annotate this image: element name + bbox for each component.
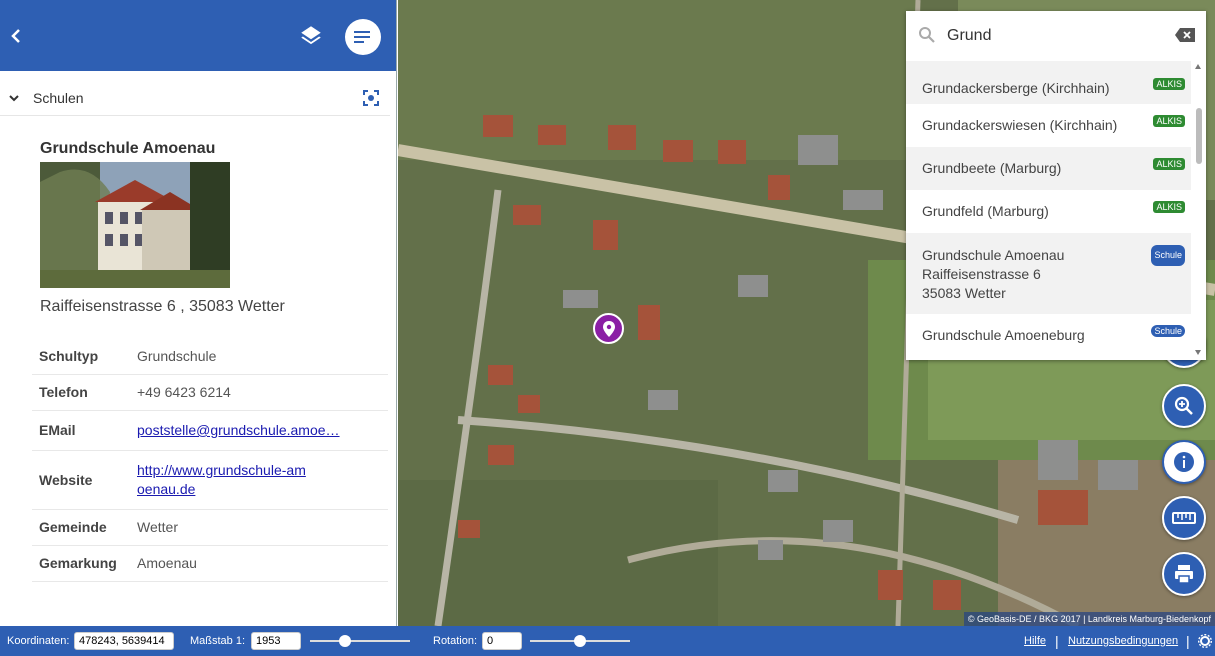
scale-label: Maßstab 1: [190, 635, 246, 647]
scale-input[interactable] [251, 632, 301, 650]
attr-value: Amoenau [137, 545, 388, 582]
attr-key: EMail [32, 410, 137, 451]
status-bar: Koordinaten: Maßstab 1: Rotation: Hilfe … [0, 626, 1215, 656]
attribute-table: Schultyp Grundschule Telefon +49 6423 62… [32, 338, 388, 582]
printer-icon [1175, 565, 1193, 584]
result-label: Grundschule Amoeneburg [922, 327, 1085, 343]
result-item[interactable]: Grundfeld (Marburg) ALKIS [906, 190, 1191, 233]
map-attribution: © GeoBasis-DE / BKG 2017 | Landkreis Mar… [963, 612, 1215, 626]
result-city-line: 35083 Wetter [922, 285, 1006, 301]
attr-key: Telefon [32, 374, 137, 411]
list-icon [354, 31, 370, 43]
scrollbar-thumb[interactable] [1196, 108, 1202, 164]
result-badge: Schule [1151, 245, 1185, 266]
result-item[interactable]: Grundschule Amoeneburg Schule [906, 314, 1191, 357]
result-item[interactable]: Grundackersberge (Kirchhain) ALKIS [906, 61, 1191, 104]
result-badge: ALKIS [1153, 115, 1185, 127]
rotation-label: Rotation: [433, 635, 478, 647]
result-item[interactable]: Grundschule Amoenau Raiffeisenstrasse 6 … [906, 233, 1191, 314]
coord-input[interactable] [74, 632, 174, 650]
attr-key: Gemarkung [32, 545, 137, 582]
footer-separator: | [1055, 633, 1059, 649]
backspace-icon[interactable] [1174, 27, 1196, 43]
search-icon [919, 27, 935, 43]
coord-label: Koordinaten: [7, 635, 70, 647]
terms-link[interactable]: Nutzungsbedingungen [1068, 635, 1178, 647]
attr-value: Wetter [137, 509, 388, 546]
print-button[interactable] [1162, 552, 1206, 596]
rotation-input[interactable] [482, 632, 522, 650]
measure-button[interactable] [1162, 496, 1206, 540]
result-label: Grundfeld (Marburg) [922, 203, 1049, 219]
email-link[interactable]: poststelle@grundschule.amoe… [137, 422, 340, 438]
attr-key: Website [32, 450, 137, 510]
attr-row: EMail poststelle@grundschule.amoe… [32, 410, 388, 451]
results-scrollbar[interactable] [1194, 61, 1202, 358]
rotation-slider-knob[interactable] [574, 635, 586, 647]
result-badge: ALKIS [1153, 78, 1185, 90]
search-panel: Grundackersberge (Kirchhain) ALKIS Grund… [906, 11, 1206, 360]
result-badge: Schule [1151, 325, 1185, 337]
chevron-left-icon [11, 29, 20, 43]
attr-row: Telefon +49 6423 6214 [32, 374, 388, 411]
attr-value: +49 6423 6214 [137, 374, 388, 411]
help-link[interactable]: Hilfe [1024, 635, 1046, 647]
attr-row: Gemarkung Amoenau [32, 545, 388, 582]
attr-key: Gemeinde [32, 509, 137, 546]
result-label: Grundbeete (Marburg) [922, 160, 1062, 176]
map-pin-icon [602, 320, 615, 337]
zoom-in-icon [1174, 396, 1193, 415]
result-label: Grundackerswiesen (Kirchhain) [922, 117, 1118, 133]
poi-title: Grundschule Amoenau [40, 140, 216, 157]
attr-value: Grundschule [137, 338, 388, 375]
chevron-down-icon[interactable] [7, 91, 21, 105]
settings-icon[interactable] [1198, 634, 1212, 648]
result-badge: ALKIS [1153, 158, 1185, 170]
result-label: Grundackersberge (Kirchhain) [922, 80, 1110, 96]
menu-button[interactable] [345, 19, 381, 55]
panel-header [0, 0, 396, 71]
result-address-line: Raiffeisenstrasse 6 [922, 266, 1041, 282]
info-button[interactable] [1162, 440, 1206, 484]
search-input[interactable] [947, 24, 1167, 48]
layers-icon [301, 26, 321, 45]
layers-button[interactable] [298, 23, 324, 49]
back-button[interactable] [6, 24, 26, 48]
result-item[interactable]: Grundackerswiesen (Kirchhain) ALKIS [906, 104, 1191, 147]
zoom-to-feature-icon[interactable] [362, 89, 380, 107]
section-header[interactable]: Schulen [0, 82, 390, 116]
result-label: Grundschule Amoenau [922, 247, 1065, 263]
attr-row: Gemeinde Wetter [32, 509, 388, 546]
search-results: Grundackersberge (Kirchhain) ALKIS Grund… [906, 51, 1191, 357]
poi-address: Raiffeisenstrasse 6 , 35083 Wetter [40, 298, 285, 315]
attr-row: Schultyp Grundschule [32, 338, 388, 375]
scale-slider-knob[interactable] [339, 635, 351, 647]
result-item[interactable]: Grundbeete (Marburg) ALKIS [906, 147, 1191, 190]
zoom-in-button[interactable] [1162, 384, 1206, 428]
info-icon [1174, 452, 1194, 472]
info-panel: Schulen Grundschule Amoenau Raiffeisenst… [0, 0, 397, 626]
website-link[interactable]: http://www.grundschule-amoenau.de [137, 461, 307, 499]
section-title: Schulen [33, 90, 84, 106]
school-photo [40, 162, 230, 288]
attr-key: Schultyp [32, 338, 137, 375]
attr-row: Website http://www.grundschule-amoenau.d… [32, 450, 388, 510]
footer-separator: | [1186, 633, 1190, 649]
search-bar [906, 11, 1206, 60]
ruler-icon [1172, 512, 1196, 524]
poi-marker[interactable] [593, 313, 624, 344]
scale-slider[interactable] [310, 640, 410, 642]
result-badge: ALKIS [1153, 201, 1185, 213]
